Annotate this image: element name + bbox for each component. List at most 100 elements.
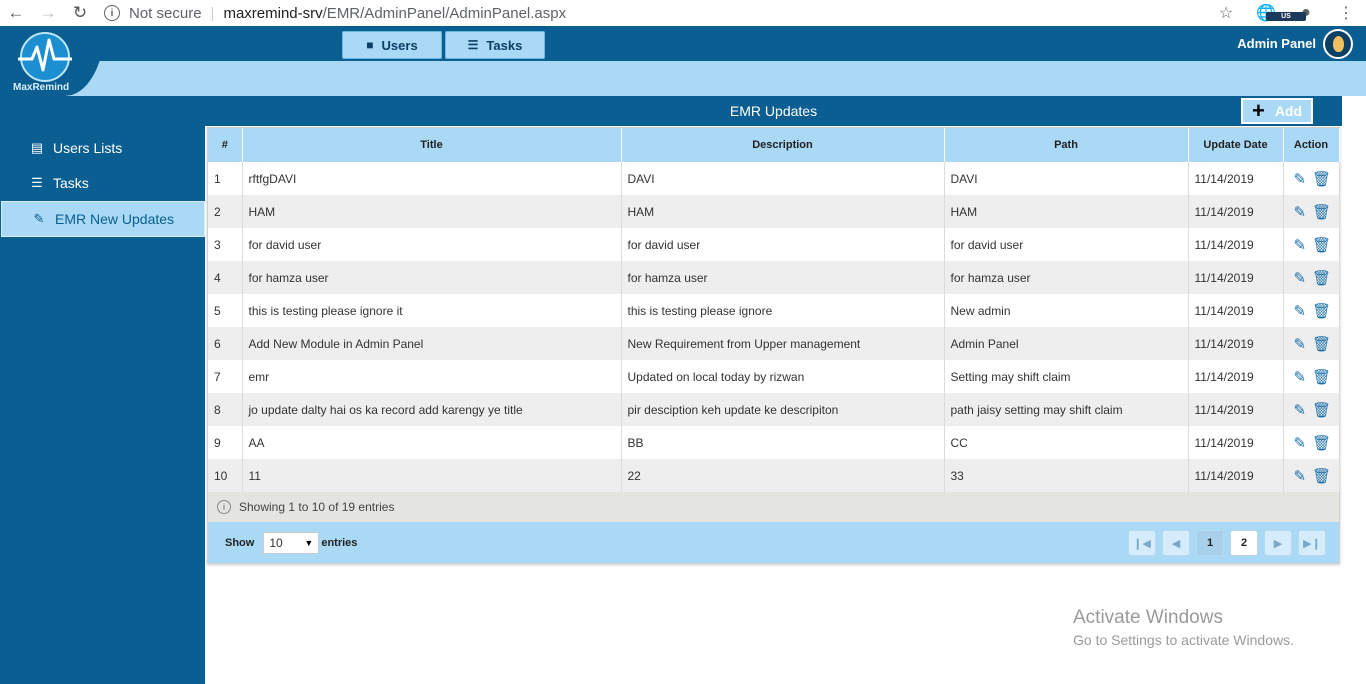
delete-trash-icon[interactable]: 🗑 — [1312, 302, 1331, 320]
action-cell: ✎ 🗑 — [1283, 360, 1340, 393]
page-button-2[interactable]: 2 — [1230, 530, 1258, 556]
user-icon: ■ — [366, 38, 374, 52]
table-cell: 33 — [944, 459, 1189, 492]
delete-trash-icon[interactable]: 🗑 — [1312, 203, 1331, 221]
reload-icon[interactable]: ↻ — [64, 3, 96, 23]
table-cell: for david user — [944, 228, 1189, 261]
table-cell: Admin Panel — [944, 327, 1189, 360]
column-header[interactable]: # — [208, 128, 243, 162]
edit-pencil-icon[interactable]: ✎ — [1294, 434, 1307, 452]
table-cell: 11/14/2019 — [1188, 294, 1284, 327]
extension-globe-icon[interactable]: 🌐US — [1246, 3, 1306, 23]
table-row: 5 this is testing please ignore it this is… — [208, 294, 1340, 327]
url-text[interactable]: maxremind-srv/EMR/AdminPanel/AdminPanel.… — [223, 5, 566, 22]
column-header[interactable]: Path — [944, 128, 1189, 162]
row-actions: ✎ 🗑 — [1290, 467, 1339, 485]
edit-pencil-icon[interactable]: ✎ — [1294, 467, 1307, 485]
action-cell: ✎ 🗑 — [1283, 228, 1340, 261]
back-icon[interactable]: ← — [0, 3, 32, 23]
table-cell: 6 — [208, 327, 243, 360]
action-cell: ✎ 🗑 — [1283, 162, 1340, 195]
column-header[interactable]: Update Date — [1188, 128, 1284, 162]
table-cell: New admin — [944, 294, 1189, 327]
admin-panel-label[interactable]: Admin Panel — [1237, 36, 1316, 51]
table-cell: 4 — [208, 261, 243, 294]
panel-header: EMR Updates + Add — [205, 96, 1342, 126]
table-cell: Setting may shift claim — [944, 360, 1189, 393]
add-button[interactable]: + Add — [1241, 98, 1313, 124]
delete-trash-icon[interactable]: 🗑 — [1312, 368, 1331, 386]
first-page-icon[interactable]: ❙◀ — [1128, 530, 1156, 556]
table-cell: this is testing please ignore it — [242, 294, 622, 327]
table-cell: 11 — [242, 459, 622, 492]
table-cell: HAM — [621, 195, 945, 228]
table-body: 1 rftfgDAVI DAVI DAVI 11/14/2019 ✎ 🗑 2 HAM HAM HAM… — [208, 162, 1340, 492]
edit-pencil-icon[interactable]: ✎ — [1294, 335, 1307, 353]
column-header[interactable]: Description — [621, 128, 945, 162]
table-cell: for hamza user — [242, 261, 622, 294]
page-button-1[interactable]: 1 — [1196, 530, 1224, 556]
table-cell: 11/14/2019 — [1188, 459, 1284, 492]
edit-pencil-icon[interactable]: ✎ — [1294, 236, 1307, 254]
edit-pencil-icon[interactable]: ✎ — [1294, 170, 1307, 188]
row-actions: ✎ 🗑 — [1290, 368, 1339, 386]
delete-trash-icon[interactable]: 🗑 — [1312, 467, 1331, 485]
edit-pencil-icon[interactable]: ✎ — [1294, 269, 1307, 287]
table-cell: 11/14/2019 — [1188, 360, 1284, 393]
watermark-line2: Go to Settings to activate Windows. — [1073, 632, 1294, 648]
table-cell: 1 — [208, 162, 243, 195]
menu-icon[interactable]: ⋮ — [1326, 3, 1366, 23]
table-cell: 11/14/2019 — [1188, 162, 1284, 195]
table-row: 9 AA BB CC 11/14/2019 ✎ 🗑 — [208, 426, 1340, 459]
edit-pencil-icon[interactable]: ✎ — [1294, 401, 1307, 419]
action-cell: ✎ 🗑 — [1283, 459, 1340, 492]
edit-pencil-icon[interactable]: ✎ — [1294, 203, 1307, 221]
edit-pencil-icon[interactable]: ✎ — [1294, 302, 1307, 320]
address-bar[interactable]: i Not secure | maxremind-srv/EMR/AdminPa… — [104, 5, 566, 22]
table-cell: New Requirement from Upper management — [621, 327, 945, 360]
tasks-nav-button[interactable]: ☰ Tasks — [445, 31, 545, 59]
sidebar-item-users-lists[interactable]: ▤ Users Lists — [0, 130, 205, 166]
watermark-line1: Activate Windows — [1073, 607, 1223, 628]
delete-trash-icon[interactable]: 🗑 — [1312, 434, 1331, 452]
windows-activation-watermark: Activate Windows Go to Settings to activ… — [1073, 607, 1294, 648]
next-page-icon[interactable]: ▶ — [1264, 530, 1292, 556]
table-cell: jo update dalty hai os ka record add kar… — [242, 393, 622, 426]
forward-icon[interactable]: → — [32, 3, 64, 23]
column-header[interactable]: Title — [242, 128, 622, 162]
table-cell: 3 — [208, 228, 243, 261]
row-actions: ✎ 🗑 — [1290, 203, 1339, 221]
table-row: 10 11 22 33 11/14/2019 ✎ 🗑 — [208, 459, 1340, 492]
table-cell: Updated on local today by rizwan — [621, 360, 945, 393]
entries-label: entries — [321, 536, 358, 549]
delete-trash-icon[interactable]: 🗑 — [1312, 269, 1331, 287]
bookmark-star-icon[interactable]: ☆ — [1206, 3, 1246, 23]
info-icon[interactable]: i — [104, 5, 120, 21]
sidebar-item-label: EMR New Updates — [55, 211, 175, 227]
table-cell: for hamza user — [944, 261, 1189, 294]
prev-page-icon[interactable]: ◀ — [1162, 530, 1190, 556]
table-row: 4 for hamza user for hamza user for hamza u… — [208, 261, 1340, 294]
column-header[interactable]: Action — [1283, 128, 1340, 162]
sidebar-item-label: Tasks — [53, 175, 89, 191]
sidebar-item-tasks[interactable]: ☰ Tasks — [0, 165, 205, 201]
delete-trash-icon[interactable]: 🗑 — [1312, 401, 1331, 419]
table-cell: Add New Module in Admin Panel — [242, 327, 622, 360]
table-info-text: Showing 1 to 10 of 19 entries — [239, 500, 395, 514]
users-nav-button[interactable]: ■ Users — [342, 31, 442, 59]
page-size-select[interactable]: 10 ▼ — [263, 531, 320, 554]
sidebar-item-emr-new-updates[interactable]: ✎ EMR New Updates — [1, 201, 205, 237]
tasks-icon: ☰ — [467, 38, 479, 52]
delete-trash-icon[interactable]: 🗑 — [1312, 170, 1331, 188]
table-info-bar: i Showing 1 to 10 of 19 entries — [208, 492, 1339, 522]
table-cell: 2 — [208, 195, 243, 228]
table-row: 6 Add New Module in Admin Panel New Requir… — [208, 327, 1340, 360]
delete-trash-icon[interactable]: 🗑 — [1312, 335, 1331, 353]
caret-down-icon: ▼ — [304, 537, 314, 548]
extension-badge: US — [1266, 12, 1306, 21]
edit-pencil-icon[interactable]: ✎ — [1294, 368, 1307, 386]
last-page-icon[interactable]: ▶❙ — [1298, 530, 1326, 556]
avatar[interactable] — [1323, 29, 1353, 59]
table-cell: 11/14/2019 — [1188, 195, 1284, 228]
delete-trash-icon[interactable]: 🗑 — [1312, 236, 1331, 254]
